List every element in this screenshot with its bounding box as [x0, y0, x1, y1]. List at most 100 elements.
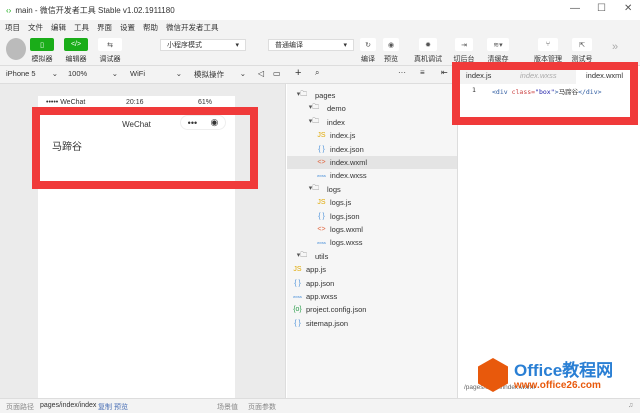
dropdown-icon: ▾ [235, 42, 239, 49]
remote-debug-button[interactable]: ✹ 真机调试 [412, 38, 444, 64]
zoom-select[interactable]: 100% ⌄ [68, 69, 118, 78]
refresh-icon: ↻ [360, 38, 376, 51]
simulator-button[interactable]: ▯ 模拟器 [30, 38, 54, 64]
more-icon[interactable]: ··· [398, 68, 406, 77]
file-tree-item[interactable]: <> logs.wxml [287, 223, 457, 236]
more-button[interactable]: » [612, 41, 618, 53]
sort-icon[interactable]: ≡ [420, 68, 425, 77]
file-tree-item[interactable]: JS app.js [287, 263, 457, 276]
network-value: WiFi [130, 69, 145, 78]
file-tree-item[interactable]: { } app.json [287, 277, 457, 290]
file-name: app.json [306, 278, 335, 288]
menu-devtools[interactable]: 微信开发者工具 [166, 22, 219, 33]
file-name: logs [327, 184, 341, 194]
file-tree-item[interactable]: wxss index.wxss [287, 169, 457, 182]
js-file-icon: JS [317, 132, 326, 140]
status-time: 20:16 [126, 99, 144, 106]
compile-label: 编译 [361, 56, 375, 63]
file-tree-item[interactable]: ▾🗀 utils [287, 250, 457, 263]
file-tree-item[interactable]: JS index.js [287, 129, 457, 142]
folder-icon: ▾🗀 [308, 104, 320, 112]
file-tree-item[interactable]: wxss logs.wxss [287, 236, 457, 249]
params-button[interactable]: 页面参数 [248, 402, 276, 412]
menu-help[interactable]: 帮助 [143, 22, 158, 33]
chevron-down-icon: ⌄ [111, 69, 118, 78]
wxml-file-icon: <> [317, 226, 326, 233]
file-tree-item[interactable]: { } logs.json [287, 210, 457, 223]
page-path-label: 页面路径 [6, 404, 34, 411]
watermark-logo: Office教程网 www.office26.com [470, 356, 638, 398]
file-name: utils [315, 251, 329, 261]
backend-button[interactable]: ⇥ 切后台 [452, 38, 476, 64]
compile-mode-select[interactable]: 普通编译 ▾ [268, 39, 354, 51]
share-icon: ⇱ [572, 38, 592, 51]
debugger-button[interactable]: ⇆ 调试器 [97, 38, 123, 64]
json-file-icon: { } [294, 319, 301, 327]
code-icon: </> [64, 38, 88, 51]
wxss-file-icon: wxss [293, 294, 302, 299]
file-tree-item[interactable]: {o} project.config.json [287, 303, 457, 316]
file-name: index.wxss [330, 171, 367, 181]
page-path: pages/index/index [40, 402, 97, 409]
bell-icon[interactable]: ♫ [628, 402, 633, 409]
collapse-icon[interactable]: ⇤ [441, 68, 448, 77]
file-tree-item[interactable]: ▾🗀 logs [287, 183, 457, 196]
status-battery: 61% [198, 99, 213, 106]
file-name: index.json [330, 144, 364, 154]
file-tree-item[interactable]: ▾🗀 demo [287, 102, 457, 115]
file-name: index [327, 117, 345, 127]
chevron-down-icon: ⌄ [51, 69, 58, 78]
search-icon[interactable]: ⌕ [315, 68, 319, 78]
compile-button[interactable]: ↻ 编译 [358, 38, 378, 64]
editor-button[interactable]: </> 编辑器 [63, 38, 89, 64]
phone-icon: ▯ [30, 38, 54, 51]
file-tree-item[interactable]: { } sitemap.json [287, 317, 457, 330]
preview-link[interactable]: 预览 [114, 402, 128, 412]
avatar[interactable] [6, 38, 26, 60]
scene-button[interactable]: 场景值 [217, 402, 238, 412]
zoom-value: 100% [68, 69, 88, 78]
test-account-button[interactable]: ⇱ 测试号 [570, 38, 594, 64]
file-tree: ▾🗀 pages ▾🗀 demo ▾🗀 index JS index.js{ } index.j… [287, 84, 458, 398]
app-icon: ‹› [6, 5, 12, 15]
file-tree-item[interactable]: ▾🗀 index [287, 116, 457, 129]
version-button[interactable]: ⑂ 版本管理 [532, 38, 564, 64]
preview-button[interactable]: ◉ 预览 [381, 38, 401, 64]
file-tree-item[interactable]: <> index.wxml [287, 156, 457, 169]
minimize-button[interactable]: — [570, 3, 580, 14]
file-name: logs.wxss [330, 238, 363, 248]
menu-view[interactable]: 界面 [97, 22, 112, 33]
file-tree-item[interactable]: wxss app.wxss [287, 290, 457, 303]
editor-label: 编辑器 [65, 56, 87, 63]
bug-icon: ✹ [419, 38, 437, 51]
device-select[interactable]: iPhone 5 ⌄ [6, 69, 58, 78]
file-name: logs.wxml [330, 225, 363, 234]
clear-cache-button[interactable]: ≋▾ 清缓存 [486, 38, 510, 64]
menu-tools[interactable]: 工具 [74, 22, 89, 33]
menu-settings[interactable]: 设置 [120, 22, 135, 33]
window-icon[interactable]: ▭ [273, 69, 281, 78]
layers-icon: ≋▾ [487, 38, 509, 51]
device-value: iPhone 5 [6, 69, 36, 78]
dropdown-icon: ▾ [343, 42, 347, 49]
wxss-file-icon: wxss [317, 240, 326, 246]
operation-select[interactable]: 模拟操作 ⌄ [194, 69, 246, 80]
mode-select[interactable]: 小程序模式 ▾ [160, 39, 246, 51]
menu-edit[interactable]: 编辑 [51, 22, 66, 33]
menu-project[interactable]: 项目 [5, 22, 20, 33]
file-tree-item[interactable]: JS logs.js [287, 196, 457, 209]
network-select[interactable]: WiFi ⌄ [130, 69, 182, 78]
volume-icon[interactable]: ◁ [258, 69, 264, 78]
add-icon[interactable]: + [295, 67, 301, 79]
cfg-file-icon: {o} [293, 306, 302, 314]
close-button[interactable]: ✕ [624, 3, 632, 14]
maximize-button[interactable]: ☐ [597, 3, 606, 14]
file-name: logs.js [330, 198, 352, 208]
file-tree-item[interactable]: ▾🗀 pages [287, 89, 457, 102]
simulator-label: 模拟器 [31, 56, 53, 63]
menu-file[interactable]: 文件 [28, 22, 43, 33]
file-name: demo [327, 104, 346, 114]
chevron-down-icon: ⌄ [175, 69, 182, 78]
copy-link[interactable]: 复制 [98, 402, 112, 412]
file-tree-item[interactable]: { } index.json [287, 143, 457, 156]
